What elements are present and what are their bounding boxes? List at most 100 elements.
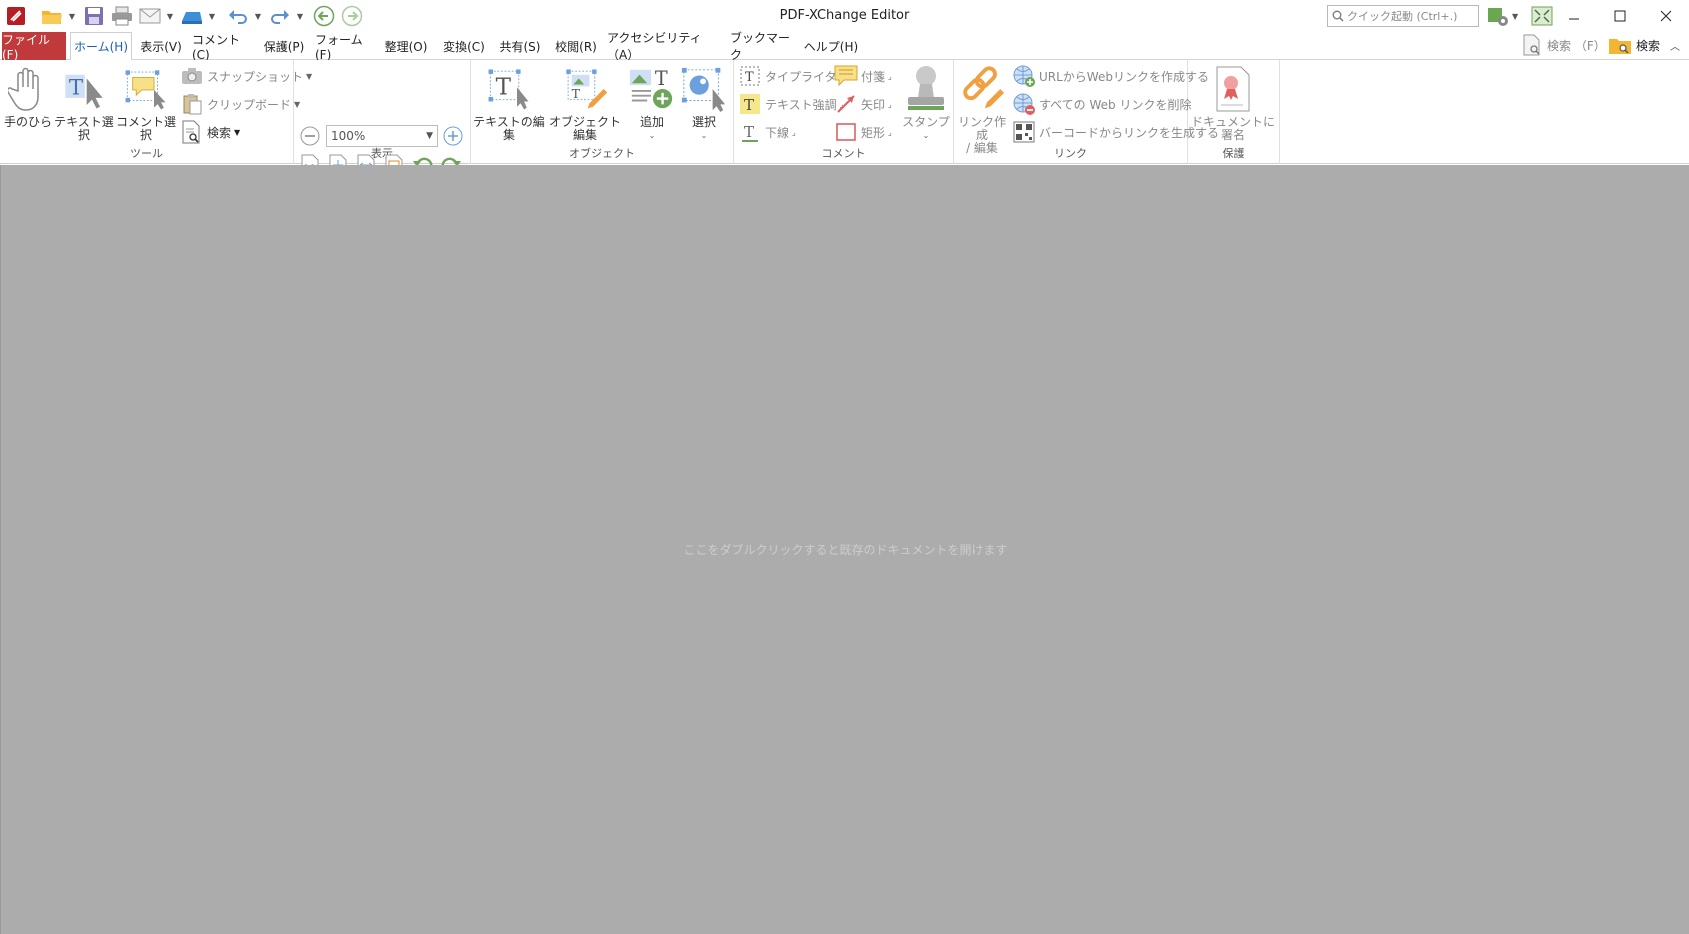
find-button[interactable]: 検索 （F） [1521,33,1606,57]
email-icon[interactable] [137,3,163,29]
find-tool-dropdown-icon[interactable]: ▼ [234,128,240,137]
sign-document-button[interactable]: ドキュメントに署名 [1188,64,1278,142]
highlight-label: テキスト強調 [765,97,837,112]
tab-help[interactable]: ヘルプ(H) [800,32,862,60]
tab-organize[interactable]: 整理(O) [379,32,433,60]
typewriter-icon: T [738,64,762,88]
ui-options-icon[interactable] [1484,2,1512,30]
underline-label: 下線 [765,125,790,140]
arrow-dropdown-icon[interactable]: ⌟ [888,100,892,109]
tab-file[interactable]: ファイル(F) [2,32,66,62]
highlight-button[interactable]: T テキスト強調 ⌟ [738,92,843,116]
arrow-label: 矢印 [861,97,886,112]
tab-review[interactable]: 校閲(R) [551,32,601,60]
edit-text-label: テキストの編集 [473,115,545,142]
rectangle-dropdown-icon[interactable]: ⌟ [888,128,892,137]
ui-options-dropdown-icon[interactable]: ▼ [1512,12,1522,21]
rectangle-button[interactable]: 矩形 ⌟ [834,120,892,144]
print-icon[interactable] [109,3,135,29]
underline-button[interactable]: T 下線 ⌟ [738,120,796,144]
zoom-combo[interactable]: 100% ▼ [326,125,438,147]
stamp-dropdown-icon[interactable]: ⌄ [923,129,930,142]
underline-dropdown-icon[interactable]: ⌟ [792,128,796,137]
select-comments-label: コメント選択 [116,115,177,142]
add-object-dropdown-icon[interactable]: ⌄ [649,129,656,142]
group-tools-label: ツール [130,147,163,160]
back-icon[interactable] [311,3,337,29]
scan-icon[interactable] [179,3,205,29]
save-icon[interactable] [81,3,107,29]
find-tool-label: 検索 [207,125,232,140]
quick-launch-search[interactable]: クイック起動 (Ctrl+.) [1327,5,1479,27]
open-dropdown-icon[interactable]: ▼ [67,3,77,29]
tab-accessibility[interactable]: アクセシビリティ（A） [607,31,727,62]
zoom-dropdown-icon[interactable]: ▼ [426,131,433,141]
edit-object-label: オブジェクト編集 [548,115,621,142]
stamp-label: スタンプ [902,115,950,129]
redo-dropdown-icon[interactable]: ▼ [295,3,305,29]
search-button[interactable]: 検索 [1608,33,1660,57]
sticky-note-dropdown-icon[interactable]: ⌟ [888,72,892,81]
group-links-label: リンク [1054,147,1087,160]
collapse-ribbon-icon[interactable]: ︿ [1670,33,1680,57]
tab-share[interactable]: 共有(S) [495,32,545,60]
svg-text:T: T [745,70,754,85]
ribbon: 手のひら T テキスト選択 コメント選択 スナップショット ▼ クリップボード ▼ [0,60,1689,204]
edit-text-icon: T [485,64,533,114]
find-tool-button[interactable]: 検索 ▼ [180,120,240,144]
svg-text:T: T [655,67,668,90]
search-label: 検索 [1636,38,1661,53]
redo-icon[interactable] [267,3,293,29]
maximize-button[interactable] [1597,0,1643,32]
tab-protect[interactable]: 保護(P) [259,32,309,60]
group-comment-label: コメント [821,147,866,160]
certificate-icon [1209,64,1257,114]
edit-text-button[interactable]: T テキストの編集 [473,64,545,142]
select-object-button[interactable]: 選択 ⌄ [679,64,729,142]
sticky-note-button[interactable]: 付箋 ⌟ [834,64,892,88]
zoom-out-icon [300,126,320,146]
edit-object-button[interactable]: T オブジェクト編集 ⌄ [547,64,623,155]
tab-view[interactable]: 表示(V) [135,32,187,60]
email-dropdown-icon[interactable]: ▼ [165,3,175,29]
tab-home[interactable]: ホーム(H) [70,32,132,61]
close-button[interactable] [1643,0,1689,32]
group-links: リンク作成 / 編集 URLからWebリンクを作成する すべての Web リンク… [954,60,1219,164]
rectangle-label: 矩形 [861,125,886,140]
document-workspace[interactable]: ここをダブルクリックすると既存のドキュメントを開けます [0,165,1689,934]
select-comments-button[interactable]: コメント選択 [116,64,176,142]
tab-comment[interactable]: コメント(C) [192,32,254,62]
arrow-button[interactable]: 矢印 ⌟ [834,92,892,116]
select-object-dropdown-icon[interactable]: ⌄ [701,129,708,142]
forward-icon[interactable] [339,3,365,29]
zoom-in-button[interactable] [441,124,465,148]
clipboard-button[interactable]: クリップボード ▼ [180,92,300,116]
find-document-icon [1523,34,1540,56]
group-objects-label: オブジェクト [569,147,635,160]
create-link-button[interactable]: リンク作成 / 編集 [954,64,1010,155]
undo-dropdown-icon[interactable]: ▼ [253,3,263,29]
tab-bookmarks[interactable]: ブックマーク [730,31,798,62]
scan-dropdown-icon[interactable]: ▼ [207,3,217,29]
remove-all-links-button[interactable]: すべての Web リンクを削除 [1012,92,1191,116]
zoom-out-button[interactable] [298,124,322,148]
group-protect: ドキュメントに署名 保護 [1188,60,1280,164]
stamp-button[interactable]: スタンプ ⌄ [900,64,952,142]
globe-remove-icon [1012,92,1036,116]
select-text-button[interactable]: T テキスト選択 [54,64,114,142]
group-comment: T タイプライター⌟ T テキスト強調⌟ T 下線⌟ 付箋⌟ 矢印 [734,60,954,164]
minimize-button[interactable] [1551,0,1597,32]
open-folder-icon[interactable] [39,3,65,29]
clipboard-icon [180,92,204,116]
tab-form[interactable]: フォーム(F) [315,32,373,62]
tab-convert[interactable]: 変換(C) [439,32,489,60]
snapshot-button[interactable]: スナップショット ▼ [180,64,312,88]
hand-label: 手のひら [4,115,53,129]
hand-tool-button[interactable]: 手のひら [4,64,52,129]
app-logo-icon[interactable] [3,3,29,29]
snapshot-label: スナップショット [207,69,304,84]
undo-icon[interactable] [225,3,251,29]
group-objects: T テキストの編集 T オブジェクト編集 ⌄ T 追加 ⌄ 選択 ⌄ オブジェク… [471,60,734,164]
add-object-button[interactable]: T 追加 ⌄ [627,64,677,142]
create-links-from-url-button[interactable]: URLからWebリンクを作成する [1012,64,1209,88]
